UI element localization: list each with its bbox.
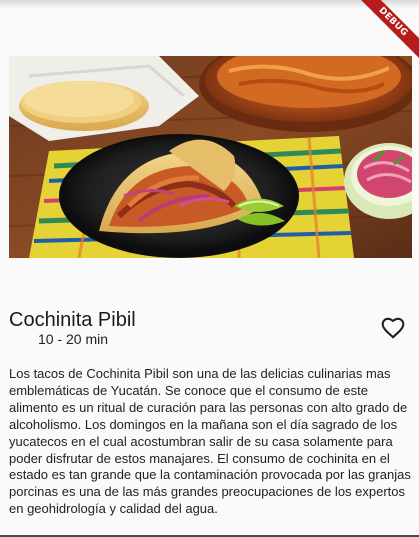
recipe-title: Cochinita Pibil: [9, 309, 136, 331]
recipe-description: Los tacos de Cochinita Pibil son una de …: [9, 366, 411, 517]
heart-outline-icon: [381, 317, 405, 339]
debug-banner: DEBUG: [355, 0, 419, 60]
recipe-screen: DEBUG Cochinita Pibil 10 - 20 min Los ta…: [0, 0, 419, 537]
recipe-hero-image: [9, 56, 412, 258]
recipe-time: 10 - 20 min: [38, 331, 109, 347]
tacos-photo-illustration: [9, 56, 412, 258]
favorite-button[interactable]: [380, 315, 406, 341]
recipe-header: Cochinita Pibil 10 - 20 min: [9, 309, 410, 351]
status-bar: [0, 0, 419, 8]
